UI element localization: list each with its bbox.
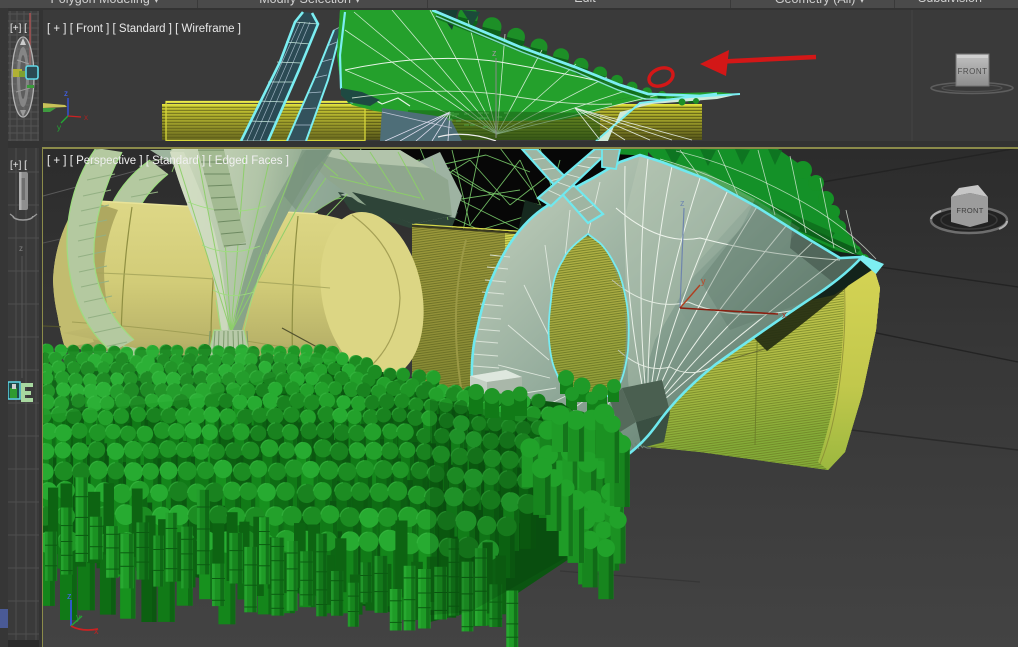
svg-text:y: y (701, 276, 706, 286)
svg-text:x: x (84, 113, 88, 122)
svg-text:[+] [: [+] [ (10, 23, 27, 34)
svg-text:[+] [: [+] [ (10, 160, 27, 171)
svg-text:z: z (64, 89, 68, 98)
svg-text:[ + ] [ Perspective ] [ Standa: [ + ] [ Perspective ] [ Standard ] [ Edg… (47, 155, 289, 167)
svg-text:z: z (492, 48, 497, 58)
svg-text:z: z (67, 591, 72, 601)
svg-text:x: x (94, 626, 99, 636)
svg-text:y: y (57, 123, 61, 132)
svg-text:[ + ] [ Front ] [ Standard ] [: [ + ] [ Front ] [ Standard ] [ Wireframe… (47, 23, 241, 35)
svg-text:z: z (19, 244, 23, 253)
svg-text:x: x (782, 310, 787, 320)
svg-text:z: z (680, 198, 685, 208)
svg-text:FRONT: FRONT (956, 206, 983, 215)
svg-text:FRONT: FRONT (957, 67, 987, 76)
svg-text:y: y (76, 612, 81, 622)
